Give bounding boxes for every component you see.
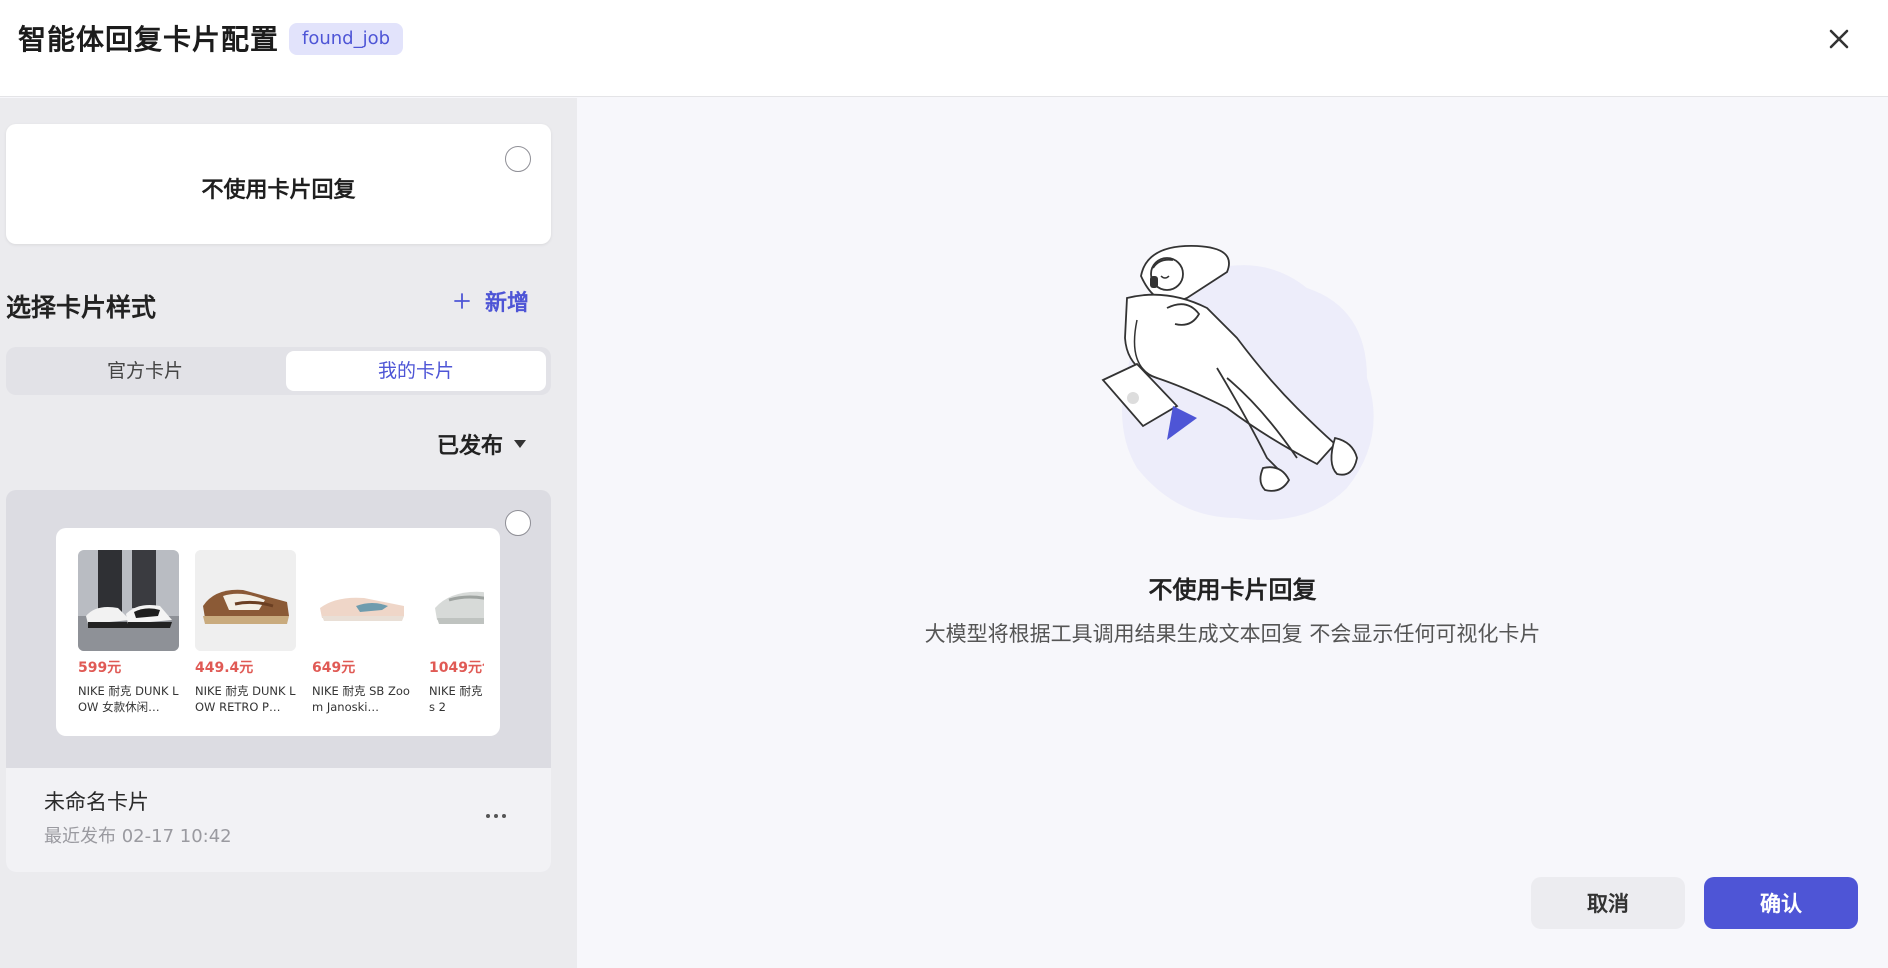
tab-official-cards[interactable]: 官方卡片 bbox=[10, 351, 280, 391]
plus-icon bbox=[454, 293, 470, 309]
product-name: NIKE 耐克 DUNK LOW RETRO P… bbox=[195, 684, 296, 714]
add-card-button[interactable]: 新增 bbox=[453, 285, 529, 317]
dialog-title: 智能体回复卡片配置 bbox=[18, 23, 280, 56]
product-item: 449.4元 NIKE 耐克 DUNK LOW RETRO P… bbox=[195, 550, 296, 715]
product-price: 1049元包 bbox=[429, 660, 484, 676]
close-icon bbox=[1829, 29, 1849, 49]
status-filter-dropdown[interactable]: 已发布 bbox=[437, 428, 527, 460]
product-item: 599元 NIKE 耐克 DUNK LOW 女款休闲… bbox=[78, 550, 179, 715]
product-price: 649元 bbox=[312, 660, 356, 676]
dialog-header: 智能体回复卡片配置 found_job bbox=[0, 0, 1888, 97]
close-button[interactable] bbox=[1822, 22, 1856, 56]
card-publish-date: 最近发布 02-17 10:42 bbox=[44, 826, 232, 847]
no-card-label: 不使用卡片回复 bbox=[201, 178, 356, 203]
confirm-button[interactable]: 确认 bbox=[1704, 877, 1858, 929]
no-card-radio[interactable] bbox=[505, 146, 531, 172]
product-image bbox=[78, 550, 179, 651]
product-item: 1049元包 NIKE 耐克 Pegasus 2 bbox=[429, 550, 484, 715]
no-card-option[interactable]: 不使用卡片回复 bbox=[6, 124, 551, 244]
add-card-label: 新增 bbox=[485, 291, 530, 316]
caret-down-icon bbox=[514, 440, 527, 448]
product-image bbox=[429, 550, 484, 651]
product-price: 599元 bbox=[78, 660, 122, 676]
more-icon bbox=[486, 814, 490, 818]
agent-tag: found_job bbox=[289, 23, 404, 55]
cancel-button[interactable]: 取消 bbox=[1531, 877, 1685, 929]
card-name: 未命名卡片 bbox=[44, 790, 149, 814]
style-card[interactable]: 599元 NIKE 耐克 DUNK LOW 女款休闲… 449.4元 NIKE … bbox=[6, 490, 551, 872]
left-panel: 不使用卡片回复 选择卡片样式 新增 官方卡片 我的卡片 已发布 599元 NIK… bbox=[0, 98, 577, 968]
product-list: 599元 NIKE 耐克 DUNK LOW 女款休闲… 449.4元 NIKE … bbox=[78, 550, 484, 730]
product-name: NIKE 耐克 SB Zoom Janoski… bbox=[312, 684, 410, 714]
empty-state-illustration-icon bbox=[1101, 245, 1374, 520]
section-title: 选择卡片样式 bbox=[6, 293, 157, 322]
more-options-button[interactable] bbox=[476, 804, 516, 828]
product-name: NIKE 耐克 DUNK LOW 女款休闲… bbox=[78, 684, 179, 714]
product-image bbox=[312, 550, 413, 651]
product-image bbox=[195, 550, 296, 651]
status-filter-label: 已发布 bbox=[437, 434, 504, 459]
card-preview: 599元 NIKE 耐克 DUNK LOW 女款休闲… 449.4元 NIKE … bbox=[56, 528, 500, 736]
preview-panel: 不使用卡片回复 大模型将根据工具调用结果生成文本回复 不会显示任何可视化卡片 bbox=[577, 98, 1888, 968]
empty-state-description: 大模型将根据工具调用结果生成文本回复 不会显示任何可视化卡片 bbox=[924, 622, 1541, 646]
product-price: 449.4元 bbox=[195, 660, 254, 676]
tab-my-cards[interactable]: 我的卡片 bbox=[286, 351, 546, 391]
product-name: NIKE 耐克 Pegasus 2 bbox=[429, 684, 484, 714]
empty-state-title: 不使用卡片回复 bbox=[1148, 576, 1317, 604]
style-card-footer: 未命名卡片 最近发布 02-17 10:42 bbox=[6, 768, 551, 872]
card-type-tabs: 官方卡片 我的卡片 bbox=[6, 347, 551, 395]
style-card-radio[interactable] bbox=[505, 510, 531, 536]
product-item: 649元 NIKE 耐克 SB Zoom Janoski… bbox=[312, 550, 413, 715]
